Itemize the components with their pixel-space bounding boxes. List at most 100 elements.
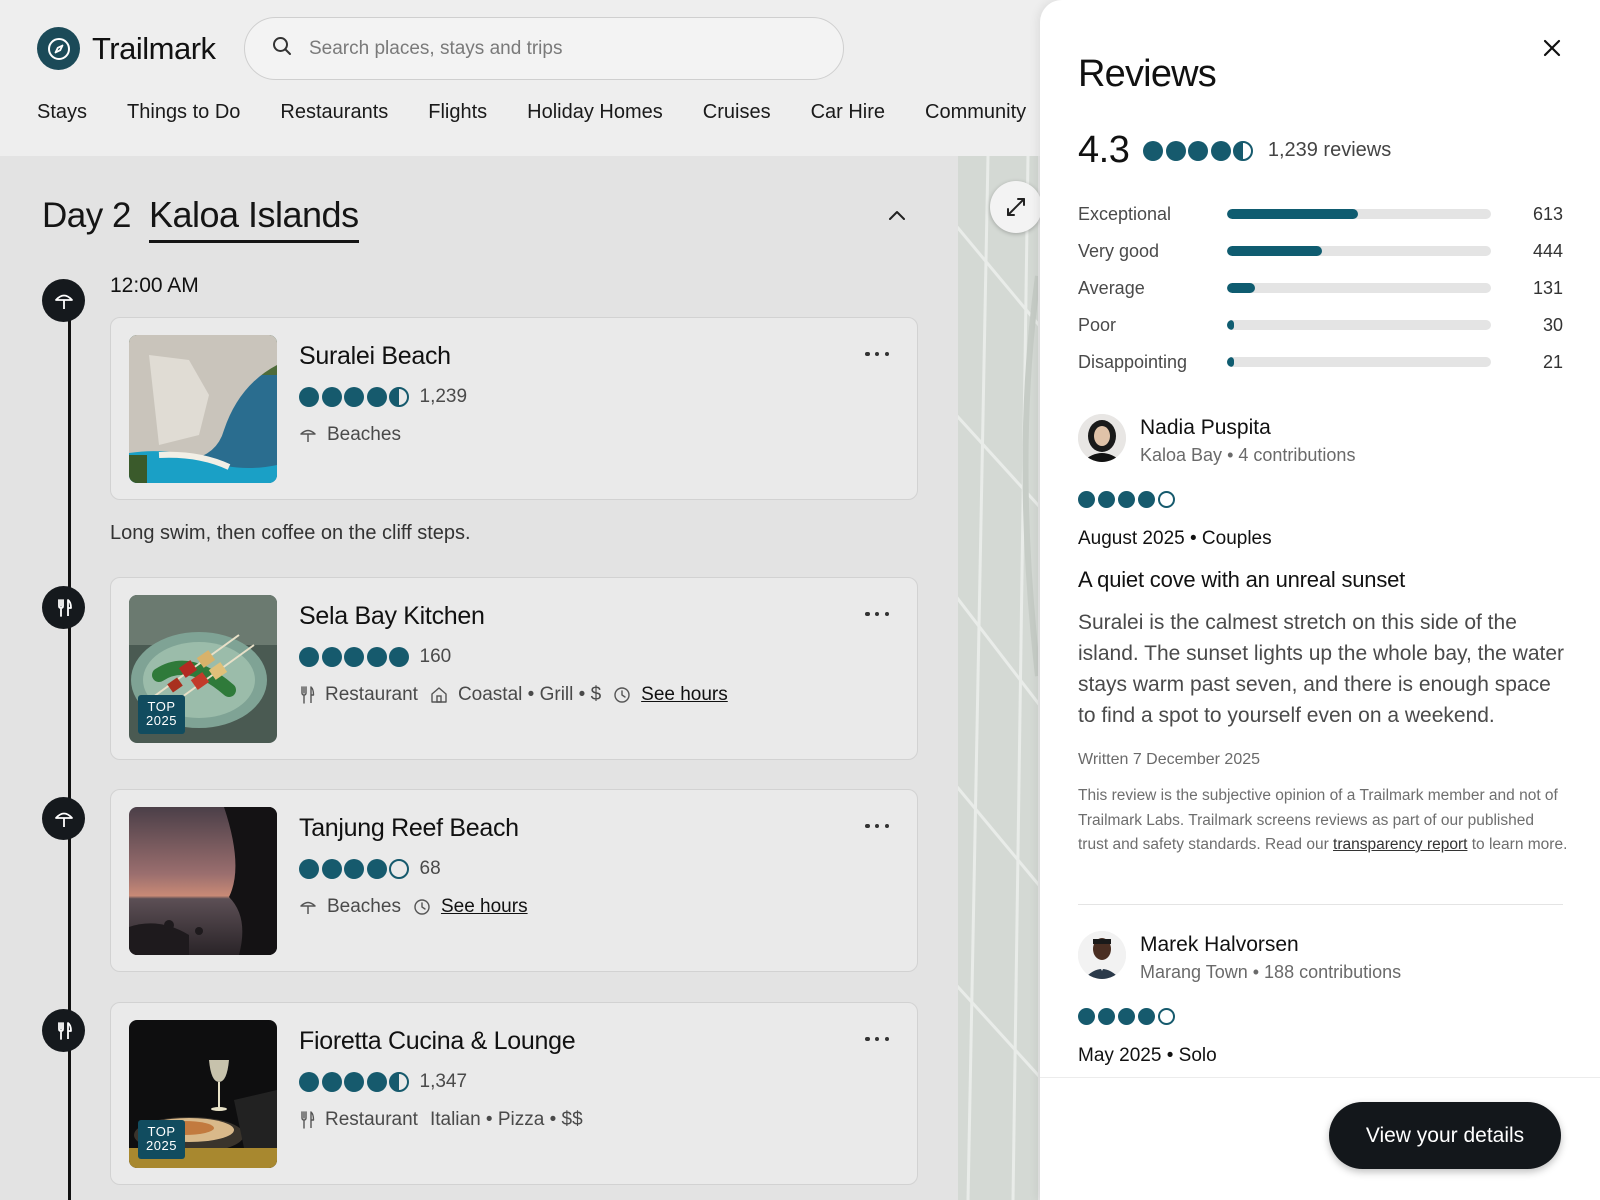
review-count[interactable]: 160 [420,646,452,668]
rating-bubble [366,387,387,407]
itinerary-card[interactable]: Suralei Beach 1,239 Beaches [110,317,918,500]
reviewer-name[interactable]: Marek Halvorsen [1140,933,1299,957]
review-count[interactable]: 1,347 [420,1071,468,1093]
itinerary-card[interactable]: Tanjung Reef Beach 68 Beaches See hours [110,789,918,972]
itinerary-card[interactable]: TOP 2025 Sela Bay Kitchen 160 Restaurant [110,577,918,760]
nav-community[interactable]: Community [925,101,1026,124]
chevron-up-icon [889,211,905,220]
place-photo: TOP 2025 [129,595,277,743]
avatar[interactable] [1078,414,1126,462]
umbrella-icon [42,279,85,322]
more-options-button[interactable] [865,1031,889,1047]
itinerary-card[interactable]: TOP 2025 Fioretta Cucina & Lounge 1,347 … [110,1002,918,1185]
place-title[interactable]: Suralei Beach [299,342,451,371]
see-hours-link[interactable]: See hours [441,896,528,918]
panel-title: Reviews [1078,53,1217,95]
review-rating-bubbles [1078,1008,1178,1025]
review-divider [1078,904,1563,905]
rating-bubble [299,1072,319,1092]
more-options-button[interactable] [865,346,889,362]
clock-icon [413,898,431,916]
search-bar[interactable] [244,17,844,80]
more-options-button[interactable] [865,818,889,834]
day-header: Day 2 Kaloa Islands [42,194,359,243]
place-title[interactable]: Sela Bay Kitchen [299,602,485,631]
rating-bubble [389,1072,409,1092]
fork-knife-icon [42,586,85,629]
rating-bubble [1078,1008,1095,1025]
review-body: Suralei is the calmest stretch on this s… [1078,611,1565,727]
nav-flights[interactable]: Flights [428,101,487,124]
distribution-row-very-good[interactable]: Very good 444 [1078,237,1563,274]
overall-rating: 4.3 1,239 reviews [1078,129,1391,172]
rating-bubble [321,859,342,879]
cuisine-label: Coastal • Grill • $ [457,684,602,705]
collapse-day-button[interactable] [882,200,912,230]
brand-logo[interactable]: Trailmark [37,27,216,70]
review-rating-bubbles [1078,491,1178,508]
nav-things-to-do[interactable]: Things to Do [127,101,240,124]
fork-knife-icon [42,1009,85,1052]
transparency-report-link[interactable]: transparency report [1333,836,1467,853]
place-meta: Restaurant Coastal • Grill • $ See hours [299,684,728,706]
avatar[interactable] [1078,931,1126,979]
review-count[interactable]: 68 [420,858,441,880]
rating-distribution: Exceptional 613 Very good 444 Average 13… [1078,200,1563,385]
rating-bubble [1188,140,1209,161]
itinerary-column: Day 2 Kaloa Islands 12:00 AM Suralei Bea… [0,156,958,1200]
brand-name: Trailmark [92,30,216,66]
nav-car-hire[interactable]: Car Hire [811,101,885,124]
rating-bubble [1158,491,1175,508]
nav-restaurants[interactable]: Restaurants [280,101,388,124]
review-count[interactable]: 1,239 [420,386,468,408]
search-icon [271,35,293,62]
view-your-details-button[interactable]: View your details [1329,1102,1561,1169]
rating-bubble [1233,140,1254,161]
place-photo [129,335,277,483]
distribution-bar [1227,283,1491,293]
day-title[interactable]: Kaloa Islands [148,194,359,243]
see-hours-link[interactable]: See hours [641,684,728,706]
reviewer-name[interactable]: Nadia Puspita [1140,416,1271,440]
rating-bubbles [1143,140,1256,161]
stop-time: 12:00 AM [110,274,199,297]
rating-bubble [1138,491,1155,508]
rating-bubble [1165,140,1186,161]
expand-map-button[interactable] [990,181,1042,233]
map-view[interactable] [958,156,1038,1200]
place-title[interactable]: Tanjung Reef Beach [299,814,519,843]
distribution-row-poor[interactable]: Poor 30 [1078,311,1563,348]
nav-cruises[interactable]: Cruises [703,101,771,124]
reviews-panel: Reviews 4.3 1,239 reviews Exceptional 61… [1040,0,1600,1200]
place-meta: Beaches [299,424,413,446]
rating-bubble [1210,140,1231,161]
rating-bubble [366,647,387,667]
nav-stays[interactable]: Stays [37,101,87,124]
search-input[interactable] [309,37,809,60]
place-photo [129,807,277,955]
category-label: Beaches [327,896,401,917]
storefront-icon [430,686,448,704]
distribution-row-average[interactable]: Average 131 [1078,274,1563,311]
rating-bubbles: 1,239 [299,386,467,408]
fork-knife-icon [299,686,315,704]
rating-bubble [299,387,319,407]
distribution-bar [1227,209,1491,219]
distribution-row-exceptional[interactable]: Exceptional 613 [1078,200,1563,237]
close-button[interactable] [1538,34,1566,62]
rating-bubble [366,859,387,879]
clock-icon [613,686,631,704]
rating-bubble [1138,1008,1155,1025]
rating-bubbles: 1,347 [299,1071,467,1093]
nav-holiday-homes[interactable]: Holiday Homes [527,101,663,124]
review-written-date: Written 7 December 2025 [1078,751,1261,768]
category-label: Restaurant [325,1109,418,1130]
place-title[interactable]: Fioretta Cucina & Lounge [299,1027,576,1056]
rating-bubble [1078,491,1095,508]
rating-bubble [344,859,364,879]
rating-bubble [389,647,409,667]
timeline-line [68,296,71,1200]
more-options-button[interactable] [865,606,889,622]
rating-bubble [321,647,342,667]
distribution-row-disappointing[interactable]: Disappointing 21 [1078,348,1563,385]
